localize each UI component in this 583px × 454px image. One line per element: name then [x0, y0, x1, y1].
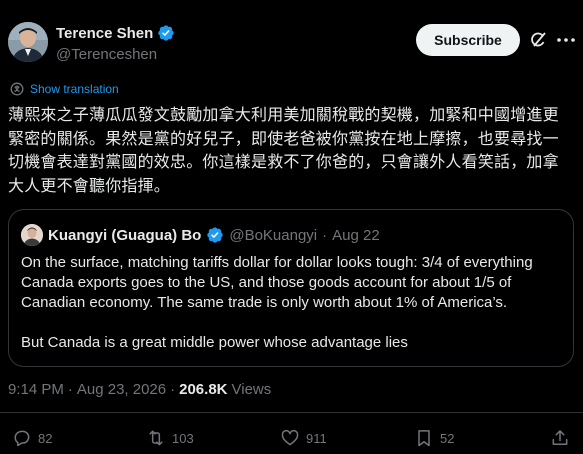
- translate-icon: [10, 82, 24, 96]
- quoted-tweet-header: Kuangyi (Guagua) Bo @BoKuangyi · Aug 22: [21, 224, 380, 246]
- meta-separator: ·: [67, 381, 73, 398]
- tweet-time[interactable]: 9:14 PM: [8, 381, 64, 398]
- action-bar: 82 103 911 52: [0, 428, 583, 452]
- quoted-tweet-text: On the surface, matching tariffs dollar …: [21, 253, 561, 353]
- quoted-date[interactable]: Aug 22: [332, 227, 380, 244]
- like-button[interactable]: 911: [280, 428, 327, 448]
- quoted-avatar[interactable]: [21, 224, 43, 246]
- grok-icon[interactable]: [528, 30, 548, 50]
- repost-count: 103: [172, 430, 194, 446]
- bookmark-icon: [418, 430, 430, 447]
- tweet-text: 薄熙來之子薄瓜瓜發文鼓勵加拿大利用美加關稅戰的契機，加緊和中國增進更緊密的關係。…: [8, 105, 559, 195]
- views-label: Views: [231, 381, 272, 398]
- reply-icon: [14, 430, 30, 447]
- like-icon: [281, 429, 299, 446]
- show-translation-link[interactable]: Show translation: [10, 82, 119, 96]
- repost-button[interactable]: 103: [146, 428, 194, 448]
- repost-icon: [149, 430, 163, 446]
- share-button[interactable]: [550, 428, 570, 448]
- quoted-paragraph-1: On the surface, matching tariffs dollar …: [21, 254, 533, 311]
- more-icon[interactable]: [556, 30, 576, 50]
- bookmark-button[interactable]: 52: [414, 428, 454, 448]
- quoted-verified-badge-icon: [206, 226, 224, 244]
- views-count: 206.8K: [179, 381, 228, 398]
- author-name[interactable]: Terence Shen: [56, 25, 153, 42]
- meta-separator-2: ·: [170, 381, 176, 398]
- divider: [0, 412, 583, 413]
- tweet-meta: 9:14 PM · Aug 23, 2026 · 206.8K Views: [8, 381, 271, 398]
- bookmark-count: 52: [440, 430, 455, 446]
- quoted-separator: ·: [322, 226, 328, 244]
- share-icon: [552, 430, 568, 445]
- subscribe-button[interactable]: Subscribe: [416, 24, 520, 56]
- tweet-header: Terence Shen @Terenceshen Subscribe: [8, 20, 575, 68]
- tweet-date[interactable]: Aug 23, 2026: [77, 381, 166, 398]
- reply-button[interactable]: 82: [12, 428, 52, 448]
- verified-badge-icon: [157, 24, 175, 42]
- quoted-author-handle[interactable]: @BoKuangyi: [229, 227, 317, 244]
- show-translation-label: Show translation: [30, 82, 119, 96]
- author-name-row: Terence Shen: [56, 24, 175, 42]
- quoted-paragraph-2: But Canada is a great middle power whose…: [21, 334, 408, 351]
- avatar[interactable]: [8, 22, 48, 62]
- reply-count: 82: [38, 430, 53, 446]
- author-handle[interactable]: @Terenceshen: [56, 46, 157, 63]
- quoted-tweet[interactable]: Kuangyi (Guagua) Bo @BoKuangyi · Aug 22 …: [8, 209, 574, 367]
- like-count: 911: [306, 430, 327, 446]
- quoted-author-name[interactable]: Kuangyi (Guagua) Bo: [48, 227, 201, 244]
